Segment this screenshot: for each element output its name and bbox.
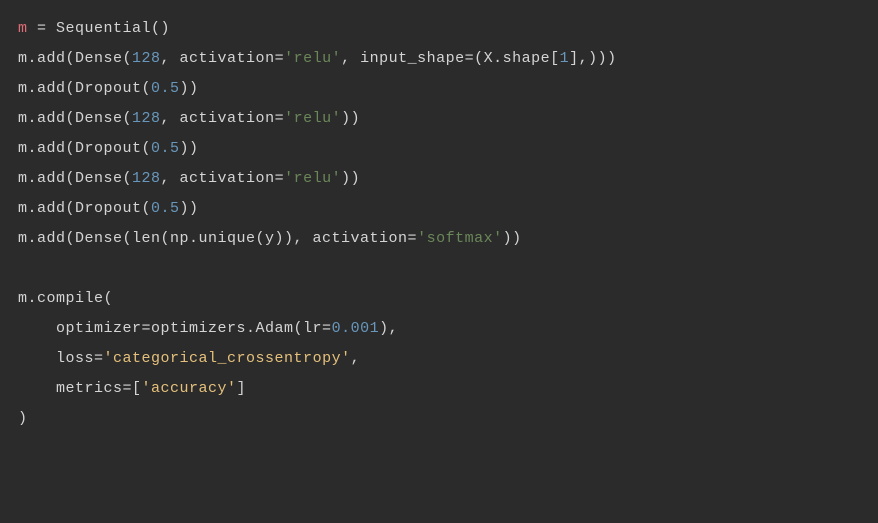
code-line-10: m.compile(	[18, 284, 860, 314]
number-128: 128	[132, 170, 161, 187]
text: m.add(Dense(len(np.unique(y)), activatio…	[18, 230, 417, 247]
indent	[18, 320, 56, 337]
code-line-12: loss='categorical_crossentropy',	[18, 344, 860, 374]
string-accuracy: 'accuracy'	[142, 380, 237, 397]
close-paren: )	[18, 410, 28, 427]
text: ))	[180, 140, 199, 157]
code-line-13: metrics=['accuracy']	[18, 374, 860, 404]
text: ,	[351, 350, 361, 367]
text: ))	[341, 170, 360, 187]
text: m.add(Dense(	[18, 110, 132, 127]
text: m.add(Dropout(	[18, 200, 151, 217]
number-05: 0.5	[151, 200, 180, 217]
variable-m: m	[18, 20, 28, 37]
text: m.compile(	[18, 290, 113, 307]
text: ))	[180, 80, 199, 97]
text: m.add(Dense(	[18, 50, 132, 67]
text: m.add(Dropout(	[18, 80, 151, 97]
code-line-1: m = Sequential()	[18, 14, 860, 44]
text: metrics=[	[56, 380, 142, 397]
text: , activation=	[161, 110, 285, 127]
string-relu: 'relu'	[284, 110, 341, 127]
number-1: 1	[560, 50, 570, 67]
text: m.add(Dense(	[18, 170, 132, 187]
text: ))	[180, 200, 199, 217]
code-line-2: m.add(Dense(128, activation='relu', inpu…	[18, 44, 860, 74]
number-128: 128	[132, 110, 161, 127]
text: , activation=	[161, 50, 285, 67]
code-line-6: m.add(Dense(128, activation='relu'))	[18, 164, 860, 194]
text: ))	[341, 110, 360, 127]
code-line-14: )	[18, 404, 860, 434]
number-05: 0.5	[151, 80, 180, 97]
text: , activation=	[161, 170, 285, 187]
text: ]	[237, 380, 247, 397]
number-05: 0.5	[151, 140, 180, 157]
code-line-3: m.add(Dropout(0.5))	[18, 74, 860, 104]
string-crossentropy: 'categorical_crossentropy'	[104, 350, 351, 367]
code-line-7: m.add(Dropout(0.5))	[18, 194, 860, 224]
number-0001: 0.001	[332, 320, 380, 337]
call-sequential: Sequential()	[56, 20, 170, 37]
text: ))	[503, 230, 522, 247]
string-relu: 'relu'	[284, 170, 341, 187]
number-128: 128	[132, 50, 161, 67]
string-softmax: 'softmax'	[417, 230, 503, 247]
indent	[18, 350, 56, 367]
code-line-blank	[18, 254, 860, 284]
code-line-8: m.add(Dense(len(np.unique(y)), activatio…	[18, 224, 860, 254]
text: m.add(Dropout(	[18, 140, 151, 157]
code-line-5: m.add(Dropout(0.5))	[18, 134, 860, 164]
text: , input_shape=(X.shape[	[341, 50, 560, 67]
text: optimizer=optimizers.Adam(lr=	[56, 320, 332, 337]
string-relu: 'relu'	[284, 50, 341, 67]
text: ],)))	[569, 50, 617, 67]
code-line-4: m.add(Dense(128, activation='relu'))	[18, 104, 860, 134]
code-line-11: optimizer=optimizers.Adam(lr=0.001),	[18, 314, 860, 344]
op-assign: =	[28, 20, 57, 37]
text: loss=	[56, 350, 104, 367]
indent	[18, 380, 56, 397]
text: ),	[379, 320, 398, 337]
